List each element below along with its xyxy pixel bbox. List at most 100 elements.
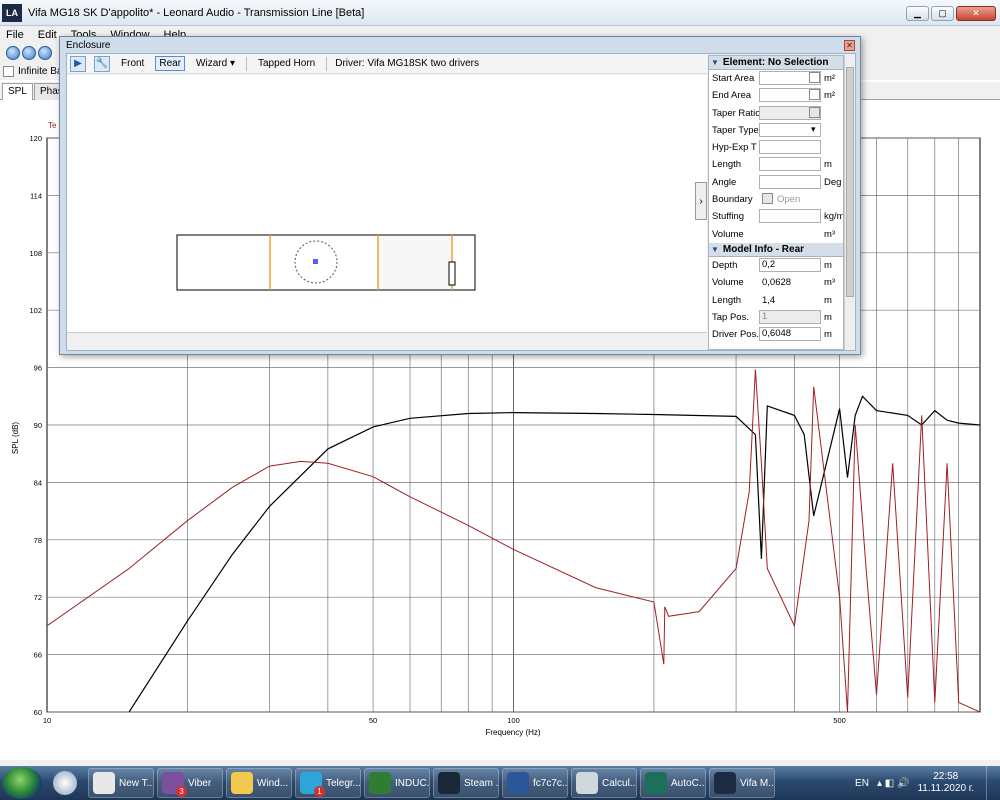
x-tick-label: 100 [507, 716, 520, 725]
tab-spl[interactable]: SPL [2, 83, 33, 101]
model-property-row: Depth 0,2 m [709, 257, 843, 274]
tapped-horn-button[interactable]: Tapped Horn [255, 57, 318, 70]
clock-date: 11.11.2020 г. [917, 783, 974, 794]
app-icon: 1 [300, 772, 325, 797]
chevron-down-icon[interactable]: ▾ [811, 124, 816, 135]
taskbar-task[interactable]: Steam ... [433, 768, 499, 798]
property-unit: m [824, 294, 832, 306]
toolbar-forward-icon[interactable] [38, 46, 52, 60]
wrench-icon[interactable]: 🔧 [94, 55, 110, 72]
wizard-label: Wizard [196, 58, 228, 69]
task-label: INDUC... [395, 777, 430, 789]
port-marker[interactable] [448, 261, 456, 286]
dialog-status-bar [67, 332, 707, 350]
task-label: Calcul... [602, 777, 637, 789]
property-unit: m [824, 259, 832, 271]
property-checkbox[interactable] [809, 106, 820, 118]
taskbar-task[interactable]: 1 Telegr... [295, 768, 361, 798]
taskbar-task[interactable]: fc7c7c... [502, 768, 568, 798]
driver-marker[interactable] [313, 259, 318, 264]
boundary-checkbox[interactable] [762, 193, 773, 205]
y-tick-label: 120 [29, 134, 42, 143]
rear-button[interactable]: Rear [155, 56, 186, 71]
y-axis-label: SPL (dB) [11, 422, 20, 454]
taskbar-task[interactable]: AutoC... [640, 768, 706, 798]
panel-scrollbar[interactable] [844, 55, 854, 350]
app-icon [645, 772, 667, 794]
model-section-header[interactable]: ▼ Model Info - Rear [709, 242, 843, 257]
enclosure-section-fill [378, 236, 452, 289]
model-property-row: Length 1,4 m [709, 292, 843, 309]
property-label: Stuffing [712, 211, 745, 223]
y-tick-label: 114 [30, 191, 42, 200]
property-value: 1,4 [762, 294, 776, 306]
property-input[interactable] [759, 140, 821, 155]
wizard-dropdown[interactable]: Wizard ▾ [193, 57, 238, 70]
property-checkbox[interactable] [809, 89, 820, 101]
x-axis-label: Frequency (Hz) [485, 728, 540, 737]
maximize-button[interactable]: ▢ [931, 6, 954, 21]
close-button[interactable]: ✕ [956, 6, 996, 21]
taskbar-task[interactable]: INDUC... [364, 768, 430, 798]
taskbar-task[interactable]: 3 Viber [157, 768, 223, 798]
property-input[interactable] [759, 174, 821, 189]
taskbar-task[interactable]: Wind... [226, 768, 292, 798]
element-property-row: Taper Ratio [709, 105, 843, 122]
menu-edit[interactable]: Edit [38, 29, 57, 41]
clock[interactable]: 22:58 11.11.2020 г. [917, 771, 974, 795]
property-checkbox[interactable] [809, 72, 820, 83]
media-player-pinned[interactable] [45, 768, 85, 798]
y-tick-label: 108 [29, 249, 42, 258]
property-input[interactable]: 0,2 [759, 257, 821, 272]
property-label: Taper Type [712, 124, 759, 136]
task-label: Vifa M... [740, 777, 775, 789]
task-label: fc7c7c... [533, 777, 568, 789]
property-label: Length [712, 294, 742, 306]
element-property-row: Start Area m² [709, 70, 843, 87]
task-label: Telegr... [326, 777, 361, 789]
element-property-row: Stuffing kg/m³ [709, 208, 843, 225]
property-label: Volume [712, 228, 744, 240]
toolbar-back-icon[interactable] [22, 46, 36, 60]
infinite-baffle-checkbox[interactable] [3, 65, 14, 77]
toolbar-play-icon[interactable] [6, 46, 20, 60]
window-title: Vifa MG18 SK D'appolito* - Leonard Audio… [28, 6, 365, 19]
tray-icons[interactable]: ▴ ◧ 🔊 [877, 778, 909, 789]
property-input[interactable]: 0,6048 [759, 327, 821, 342]
app-icon: 3 [162, 772, 187, 797]
taskbar-task[interactable]: New T... [88, 768, 154, 798]
expand-panel-button[interactable]: › [695, 182, 707, 220]
language-indicator[interactable]: EN [855, 778, 869, 789]
y-tick-label: 78 [34, 536, 42, 545]
system-tray: EN ▴ ◧ 🔊 22:58 11.11.2020 г. [855, 766, 1000, 800]
dialog-close-button[interactable]: ✕ [844, 40, 855, 51]
property-input[interactable] [759, 157, 821, 172]
property-unit: kg/m³ [824, 211, 844, 223]
media-player-icon [53, 771, 77, 795]
app-icon [438, 772, 460, 794]
menu-file[interactable]: File [6, 29, 24, 41]
taskbar-task[interactable]: Calcul... [571, 768, 637, 798]
collapse-triangle-icon: ▼ [711, 58, 719, 67]
minimize-button[interactable]: ▁ [906, 6, 929, 21]
property-input[interactable] [759, 209, 821, 224]
model-property-row: Driver Pos. 0,6048 m [709, 326, 843, 343]
property-label: Tap Pos. [712, 311, 749, 323]
enclosure-canvas[interactable] [67, 75, 707, 333]
property-input[interactable]: 1 [759, 309, 821, 324]
property-label: Length [712, 159, 742, 171]
property-label: Start Area [712, 73, 755, 84]
start-button[interactable] [2, 767, 42, 799]
element-property-row: Volume m³ [709, 226, 843, 243]
element-section-header[interactable]: ▼ Element: No Selection [709, 56, 843, 70]
front-button[interactable]: Front [118, 57, 147, 70]
show-desktop-button[interactable] [986, 766, 1000, 800]
boundary-option-label: Open [777, 194, 801, 206]
model-property-row: Tap Pos. 1 m [709, 309, 843, 326]
taskbar-task[interactable]: Vifa M... [709, 768, 775, 798]
task-label: Viber [188, 777, 212, 789]
toolbar-divider [326, 56, 328, 71]
scrollbar-thumb[interactable] [846, 67, 854, 297]
play-icon[interactable]: ▶ [70, 55, 86, 72]
element-property-row: End Area m² [709, 87, 843, 104]
